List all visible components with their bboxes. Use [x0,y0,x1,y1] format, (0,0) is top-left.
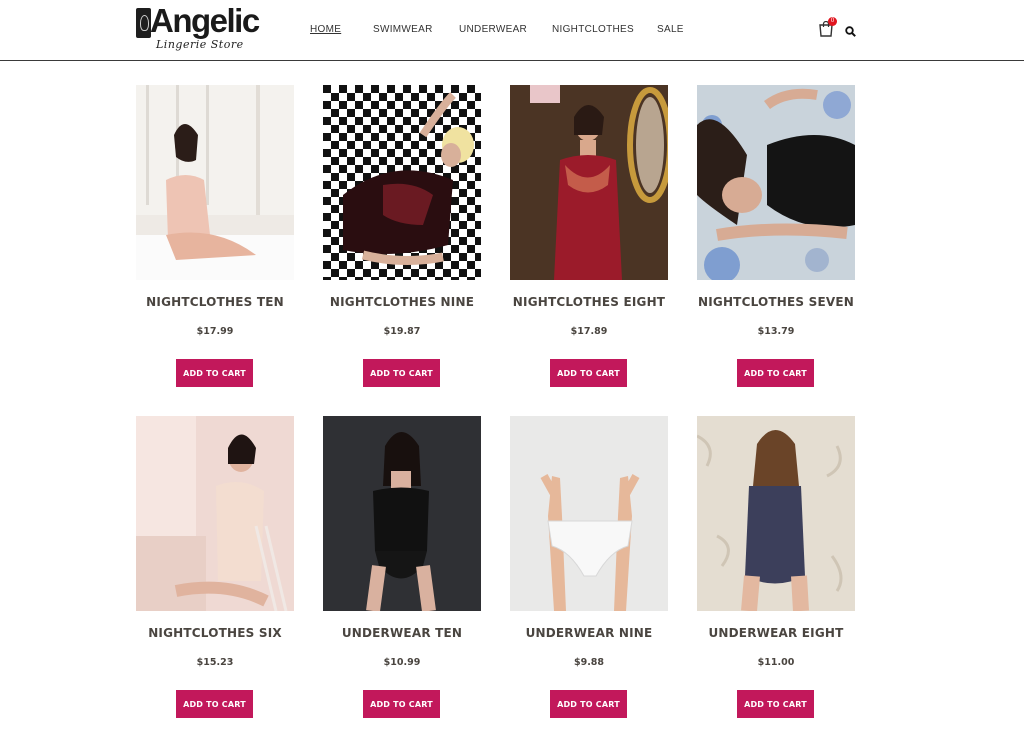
product-price: $15.23 [196,657,234,668]
logo-name: Angelic [150,2,260,39]
product-price: $19.87 [383,326,421,337]
product-name[interactable]: NIGHTCLOTHES SEVEN [677,295,875,309]
nav-item-nightclothes[interactable]: NIGHTCLOTHES [552,24,634,35]
product-price: $9.88 [573,657,605,668]
product-name[interactable]: NIGHTCLOTHES NINE [303,295,501,309]
add-to-cart-button[interactable]: ADD TO CART [550,690,627,718]
search-icon[interactable] [845,24,856,37]
product-image[interactable] [510,85,668,280]
product-image[interactable] [323,85,481,280]
site-header: Angelic Lingerie Store HOME SWIMWEAR UND… [0,0,1024,61]
cart-count-badge: 0 [828,17,837,26]
logo-tagline: Lingerie Store [156,38,244,51]
product-image[interactable] [697,85,855,280]
product-name[interactable]: UNDERWEAR NINE [490,626,688,640]
product-name[interactable]: NIGHTCLOTHES SIX [116,626,314,640]
product-image[interactable] [323,416,481,611]
product-image[interactable] [136,85,294,280]
product-name[interactable]: UNDERWEAR TEN [303,626,501,640]
nav-item-sale[interactable]: SALE [657,24,684,35]
product-price: $10.99 [383,657,421,668]
product-name[interactable]: NIGHTCLOTHES EIGHT [490,295,688,309]
add-to-cart-button[interactable]: ADD TO CART [363,359,440,387]
nav-item-swimwear[interactable]: SWIMWEAR [373,24,433,35]
product-name[interactable]: UNDERWEAR EIGHT [677,626,875,640]
logo-emblem-icon [136,8,151,38]
add-to-cart-button[interactable]: ADD TO CART [363,690,440,718]
nav-item-home[interactable]: HOME [310,24,341,35]
product-price: $11.00 [757,657,795,668]
site-logo[interactable]: Angelic Lingerie Store [136,2,260,54]
nav-item-underwear[interactable]: UNDERWEAR [459,24,527,35]
product-name[interactable]: NIGHTCLOTHES TEN [116,295,314,309]
add-to-cart-button[interactable]: ADD TO CART [737,690,814,718]
product-image[interactable] [697,416,855,611]
product-image[interactable] [136,416,294,611]
product-price: $17.89 [570,326,608,337]
add-to-cart-button[interactable]: ADD TO CART [176,359,253,387]
product-image[interactable] [510,416,668,611]
add-to-cart-button[interactable]: ADD TO CART [737,359,814,387]
product-price: $13.79 [757,326,795,337]
product-price: $17.99 [196,326,234,337]
add-to-cart-button[interactable]: ADD TO CART [176,690,253,718]
add-to-cart-button[interactable]: ADD TO CART [550,359,627,387]
